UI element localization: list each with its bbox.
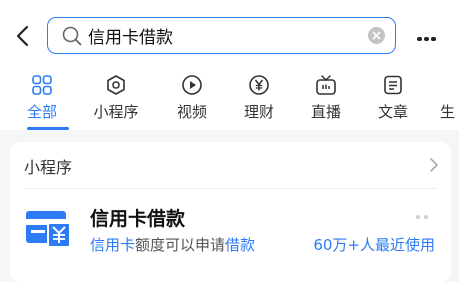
article-icon — [384, 75, 402, 95]
top-bar: 全部 小程序 视频 理财 — [0, 0, 459, 130]
description-text: 额度可以申请 — [135, 236, 226, 254]
active-tab-indicator — [27, 127, 69, 130]
section-title: 小程序 — [24, 158, 73, 177]
tab-video[interactable]: 视频 — [160, 72, 224, 130]
tab-mini-program[interactable]: 小程序 — [84, 72, 148, 130]
clear-icon[interactable] — [368, 27, 385, 44]
result-description: 信用卡额度可以申请借款 — [90, 234, 255, 255]
tab-label: 视频 — [176, 103, 207, 121]
tab-partial[interactable]: 生 — [440, 72, 459, 130]
mini-program-icon — [107, 75, 125, 95]
tab-label: 直播 — [310, 103, 341, 121]
tab-all[interactable]: 全部 — [10, 72, 74, 130]
divider — [24, 188, 437, 189]
tab-live[interactable]: 直播 — [294, 72, 358, 130]
tab-label: 理财 — [243, 103, 274, 121]
tab-label: 小程序 — [93, 103, 139, 121]
chevron-right-icon[interactable] — [429, 157, 439, 173]
search-box[interactable] — [47, 17, 396, 54]
search-input[interactable] — [88, 21, 358, 49]
recent-users-count: 60万+人最近使用 — [313, 236, 435, 254]
more-dots-icon[interactable] — [415, 214, 429, 220]
all-grid-icon — [32, 75, 52, 95]
tv-live-icon — [316, 75, 336, 95]
search-icon — [62, 26, 82, 46]
tab-article[interactable]: 文章 — [361, 72, 425, 130]
description-highlight: 信用卡 — [90, 236, 136, 254]
tab-label: 生 — [440, 103, 456, 121]
description-highlight: 借款 — [225, 236, 256, 254]
mini-program-section: 小程序 信用卡借款 信用卡额度可以申请借款 60万+人最近使用 — [10, 142, 451, 282]
credit-card-app-icon[interactable] — [24, 210, 72, 250]
video-play-icon — [182, 75, 202, 95]
back-arrow-icon[interactable] — [14, 25, 34, 47]
category-tabs: 全部 小程序 视频 理财 直播 文章 生 — [0, 72, 459, 130]
tab-label: 文章 — [377, 103, 408, 121]
result-title[interactable]: 信用卡借款 — [90, 204, 185, 231]
tab-label: 全部 — [26, 103, 57, 121]
yuan-icon — [249, 75, 269, 95]
more-options-icon[interactable] — [417, 34, 438, 44]
tab-finance[interactable]: 理财 — [227, 72, 291, 130]
